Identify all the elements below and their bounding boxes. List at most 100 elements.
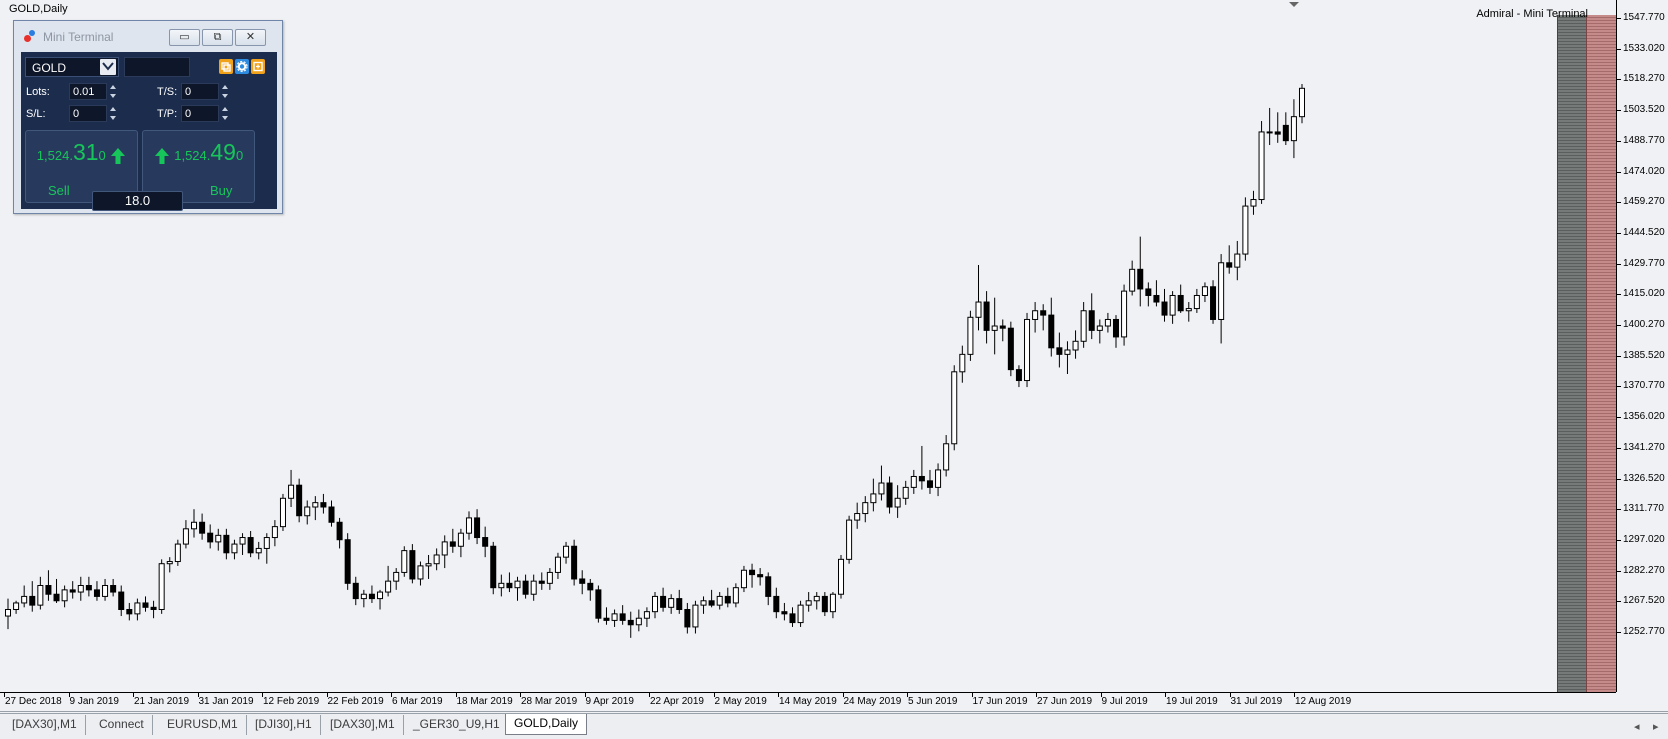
- candle: [935, 463, 942, 497]
- buy-label: Buy: [210, 183, 233, 198]
- candle-body-bear: [773, 595, 780, 613]
- candle: [1040, 304, 1047, 331]
- candle: [983, 291, 990, 344]
- candle-body-bear: [886, 482, 893, 508]
- price-tick: [1617, 79, 1621, 81]
- candle-body-bear: [619, 613, 626, 621]
- candle: [918, 445, 925, 490]
- candle-body-bull: [935, 469, 942, 488]
- candle-body-bull: [279, 497, 286, 528]
- candle: [1161, 288, 1168, 322]
- candle: [1015, 365, 1022, 388]
- time-axis[interactable]: 27 Dec 2018 9 Jan 2019 21 Jan 2019 31 Jan 2…: [0, 692, 1616, 712]
- sl-stepper[interactable]: [109, 105, 117, 122]
- ts-stepper[interactable]: [221, 83, 229, 100]
- candle: [708, 589, 715, 608]
- chart-tab[interactable]: Connect: [91, 715, 153, 735]
- candle-body-bull: [797, 604, 804, 624]
- candle: [894, 485, 901, 518]
- lots-input[interactable]: 0.01: [69, 83, 107, 100]
- candle-body-bull: [425, 563, 432, 567]
- candle: [215, 528, 222, 551]
- candle-body-bull: [312, 502, 319, 508]
- candle-body-bull: [1290, 116, 1297, 142]
- candle-body-bull: [1032, 310, 1039, 320]
- candle: [1250, 190, 1257, 215]
- candle-body-bear: [821, 595, 828, 613]
- candle-body-bull: [182, 528, 189, 545]
- price-tick: [1617, 232, 1621, 234]
- candle: [1193, 288, 1200, 313]
- candle: [207, 524, 214, 549]
- copy-icon[interactable]: [219, 59, 233, 74]
- scroll-right-icon[interactable]: ▸: [1653, 720, 1659, 733]
- chart-tab[interactable]: _GER30_U9,H1: [405, 715, 509, 735]
- mini-terminal-window[interactable]: Mini Terminal ▭ ⧉ ✕ GOLD Lots: 0.01 T/S:…: [13, 20, 283, 214]
- chart-tab[interactable]: EURUSD,M1: [159, 715, 247, 735]
- chart-tab[interactable]: [DAX30],M1: [322, 715, 404, 735]
- candle-body-bear: [926, 480, 933, 488]
- price-label: 1341.270: [1623, 441, 1665, 453]
- candle-body-bull: [740, 569, 747, 589]
- price-tick: [1617, 110, 1621, 112]
- restore-button[interactable]: ⧉: [202, 29, 233, 46]
- candle: [797, 600, 804, 627]
- candle-body-bear: [490, 545, 497, 589]
- candle-body-bull: [263, 537, 270, 549]
- price-axis[interactable]: 1547.770 1533.020 1518.270 1503.520 1488.770…: [1616, 0, 1668, 692]
- candle: [563, 541, 570, 564]
- candle-body-bear: [1210, 286, 1217, 320]
- price-label: 1370.770: [1623, 380, 1665, 392]
- mini-terminal-titlebar[interactable]: Mini Terminal ▭ ⧉ ✕: [14, 21, 282, 49]
- close-button[interactable]: ✕: [235, 29, 266, 46]
- chart-window[interactable]: GOLD,Daily Admiral - Mini Terminal 1547.…: [0, 0, 1668, 712]
- chart-tab[interactable]: [DAX30],M1: [4, 715, 86, 735]
- candle-body-bear: [1088, 310, 1095, 331]
- candle-body-bear: [571, 545, 578, 580]
- candle: [417, 561, 424, 586]
- chart-shift-marker[interactable]: [1289, 2, 1299, 7]
- candle: [829, 592, 836, 619]
- symbol-select[interactable]: GOLD: [25, 57, 119, 77]
- lots-label: Lots:: [26, 86, 50, 98]
- candle: [635, 609, 642, 632]
- symbol-value: GOLD: [32, 61, 67, 75]
- tp-input[interactable]: 0: [181, 105, 219, 122]
- candle: [668, 594, 675, 614]
- candle-body-bear: [999, 325, 1006, 329]
- expand-icon[interactable]: [251, 59, 265, 74]
- chevron-down-icon[interactable]: [100, 59, 116, 75]
- candle: [1298, 83, 1306, 124]
- candle-body-bull: [975, 301, 982, 318]
- chart-tab[interactable]: [DJI30],H1: [247, 715, 321, 735]
- candle-body-bull: [166, 561, 173, 565]
- sl-input[interactable]: 0: [69, 105, 107, 122]
- candle-body-bull: [77, 585, 84, 593]
- tp-stepper[interactable]: [221, 105, 229, 122]
- candle: [77, 576, 84, 601]
- candle-body-bear: [1007, 327, 1014, 371]
- lots-stepper[interactable]: [109, 83, 117, 100]
- candle-body-bear: [684, 608, 691, 628]
- price-label: 1429.770: [1623, 257, 1665, 269]
- candle-body-bear: [724, 595, 731, 604]
- candle-body-bull: [1266, 131, 1273, 134]
- price-label: 1444.520: [1623, 226, 1665, 238]
- minimize-button[interactable]: ▭: [169, 29, 200, 46]
- candle: [732, 583, 739, 608]
- price-tick: [1617, 539, 1621, 541]
- scroll-left-icon[interactable]: ◂: [1634, 720, 1640, 733]
- candle-body-bear: [320, 502, 327, 508]
- candle: [571, 539, 578, 586]
- date-label: 31 Jul 2019: [1230, 696, 1283, 707]
- candle: [93, 581, 100, 601]
- ts-input[interactable]: 0: [181, 83, 219, 100]
- candle-body-bull: [611, 613, 618, 621]
- candle-body-bear: [708, 600, 715, 606]
- gear-icon[interactable]: [235, 59, 249, 74]
- candle: [1169, 291, 1176, 324]
- date-label: 14 May 2019: [779, 696, 837, 707]
- candle: [377, 589, 384, 610]
- chart-tab[interactable]: GOLD,Daily: [505, 714, 588, 735]
- candle: [821, 592, 828, 617]
